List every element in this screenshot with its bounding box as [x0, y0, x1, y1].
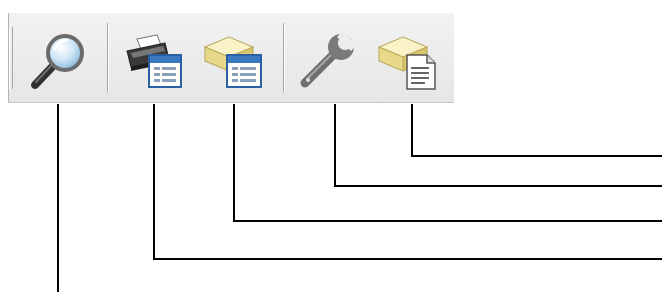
- print-preview-button[interactable]: Print Preview: [123, 29, 185, 91]
- callout-line-db-window: [233, 104, 662, 222]
- callout-line-print-preview: [153, 104, 662, 260]
- printer-window-icon: [126, 34, 182, 88]
- magnifier-icon: [31, 34, 84, 89]
- database-document-icon: [377, 36, 436, 90]
- wrench-icon: [300, 31, 357, 88]
- main-toolbar: Search Print Preview: [8, 13, 454, 103]
- toolbar-separator: [107, 23, 109, 93]
- search-button[interactable]: Search: [27, 29, 89, 91]
- database-window-icon: [203, 36, 262, 88]
- callout-line-tools: [334, 104, 662, 187]
- database-report-button[interactable]: Database Report: [377, 29, 439, 91]
- tools-button[interactable]: Tools: [297, 29, 359, 91]
- toolbar-separator: [283, 23, 285, 93]
- toolbar-grip[interactable]: [9, 27, 13, 89]
- callout-line-report: [411, 104, 662, 157]
- database-window-button[interactable]: Database Window: [203, 29, 265, 91]
